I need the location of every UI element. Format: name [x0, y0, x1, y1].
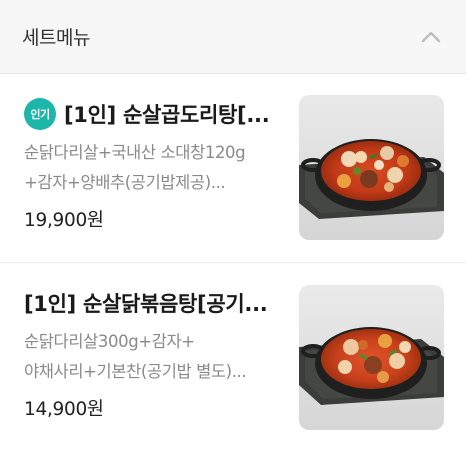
- popular-badge: 인기: [24, 98, 56, 130]
- section-header[interactable]: 세트메뉴: [0, 0, 466, 74]
- menu-item-photo: [299, 285, 444, 430]
- menu-item-desc-line: 순닭다리살+국내산 소대창120g: [24, 143, 246, 162]
- menu-item-title: [1인] 순살곱도리탕[...: [64, 103, 270, 127]
- menu-item-info: [1인] 순살닭볶음탕[공기... 순닭다리살300g+감자+ 야채사리+기본찬…: [24, 287, 286, 421]
- menu-item-price: 19,900원: [24, 210, 104, 231]
- chevron-up-icon[interactable]: [420, 26, 442, 48]
- menu-item-desc-line: +감자+양배추(공기밥제공)...: [24, 173, 226, 192]
- menu-item-info: 인기 [1인] 순살곱도리탕[... 순닭다리살+국내산 소대창120g +감자…: [24, 98, 286, 232]
- menu-item-description: 순닭다리살300g+감자+ 야채사리+기본찬(공기밥 별도)...: [24, 327, 286, 387]
- menu-item-title-row: [1인] 순살닭볶음탕[공기...: [24, 287, 286, 319]
- menu-item-title: [1인] 순살닭볶음탕[공기...: [24, 292, 268, 316]
- menu-item-title-row: 인기 [1인] 순살곱도리탕[...: [24, 98, 286, 130]
- menu-item[interactable]: [1인] 순살닭볶음탕[공기... 순닭다리살300g+감자+ 야채사리+기본찬…: [0, 263, 466, 450]
- menu-item-price: 14,900원: [24, 399, 104, 420]
- menu-item[interactable]: 인기 [1인] 순살곱도리탕[... 순닭다리살+국내산 소대창120g +감자…: [0, 74, 466, 263]
- menu-item-description: 순닭다리살+국내산 소대창120g +감자+양배추(공기밥제공)...: [24, 138, 286, 198]
- menu-item-desc-line: 야채사리+기본찬(공기밥 별도)...: [24, 362, 247, 381]
- menu-item-photo: [299, 95, 444, 240]
- section-title: 세트메뉴: [22, 27, 90, 49]
- menu-item-desc-line: 순닭다리살300g+감자+: [24, 332, 195, 351]
